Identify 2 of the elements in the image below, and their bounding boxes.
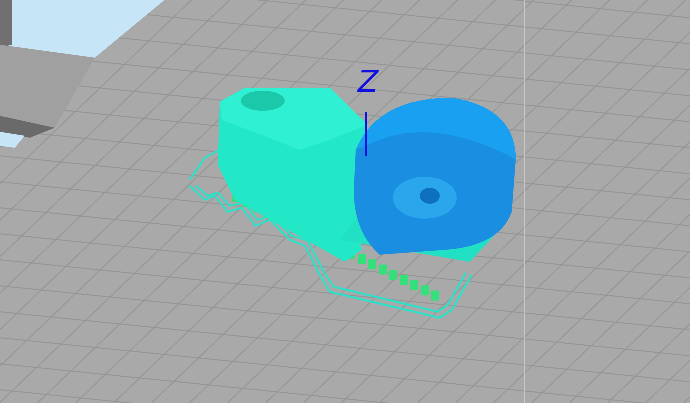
axis-line bbox=[365, 112, 367, 156]
axis-label: Z bbox=[358, 68, 379, 98]
